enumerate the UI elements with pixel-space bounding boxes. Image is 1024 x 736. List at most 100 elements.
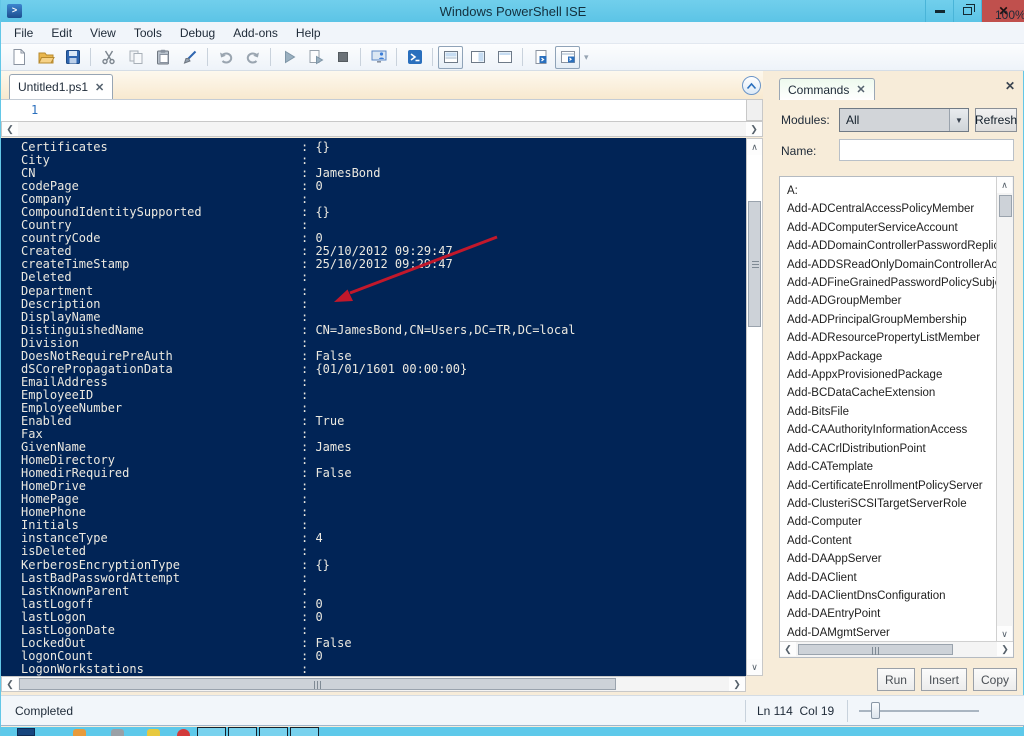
copy-button[interactable] <box>123 46 148 69</box>
command-list-item[interactable]: Add-ADGroupMember <box>787 292 997 310</box>
undo-button[interactable] <box>213 46 238 69</box>
command-list-item[interactable]: A: <box>787 182 997 200</box>
script-pane-top-button[interactable] <box>438 46 463 69</box>
command-list-item[interactable]: Add-DAEntryPoint <box>787 605 997 623</box>
console-vertical-scrollbar-thumb[interactable] <box>748 201 761 327</box>
commands-panel-close-icon[interactable]: ✕ <box>1005 79 1015 93</box>
command-list-item[interactable]: Add-ADComputerServiceAccount <box>787 219 997 237</box>
scroll-right-icon[interactable]: ❯ <box>997 642 1013 656</box>
scroll-left-icon[interactable]: ❮ <box>2 122 18 136</box>
editor-scroll-corner <box>746 99 763 121</box>
command-list-item[interactable]: Add-AppxPackage <box>787 348 997 366</box>
command-list-item[interactable]: Add-ADPrincipalGroupMembership <box>787 311 997 329</box>
scroll-left-icon[interactable]: ❮ <box>2 677 18 691</box>
scroll-left-icon[interactable]: ❮ <box>780 642 796 656</box>
scroll-up-icon[interactable]: ∧ <box>997 177 1012 193</box>
menu-item[interactable]: Help <box>287 24 330 42</box>
taskbar-window-button[interactable] <box>197 727 226 736</box>
taskbar-app-icon[interactable] <box>177 729 190 736</box>
script-pane-top-icon <box>442 48 460 66</box>
scroll-right-icon[interactable]: ❯ <box>729 677 745 691</box>
insert-button[interactable]: Insert <box>921 668 967 691</box>
script-tab-close-icon[interactable]: ✕ <box>95 81 104 94</box>
command-list-item[interactable]: Add-ClusteriSCSITargetServerRole <box>787 495 997 513</box>
scroll-down-icon[interactable]: ∨ <box>747 659 762 675</box>
taskbar-window-button[interactable] <box>228 727 257 736</box>
command-list-item[interactable]: Add-CACrlDistributionPoint <box>787 440 997 458</box>
taskbar-app-icon[interactable] <box>147 729 160 736</box>
command-list-item[interactable]: Add-DAClientDnsConfiguration <box>787 587 997 605</box>
run-selection-button[interactable] <box>303 46 328 69</box>
new-script-button[interactable] <box>6 46 31 69</box>
command-list-item[interactable]: Add-DAMgmtServer <box>787 624 997 642</box>
script-pane-right-button[interactable] <box>465 46 490 69</box>
scroll-down-icon[interactable]: ∨ <box>997 626 1012 642</box>
show-command-window-button[interactable] <box>555 46 580 69</box>
command-list-item[interactable]: Add-ADCentralAccessPolicyMember <box>787 200 997 218</box>
collapse-script-pane-button[interactable] <box>742 76 761 95</box>
toolbar-overflow-icon[interactable]: ▾ <box>581 52 592 63</box>
commands-tab[interactable]: Commands ✕ <box>779 78 875 100</box>
open-script-button[interactable] <box>33 46 58 69</box>
commands-horizontal-scrollbar[interactable]: ❮ ❯ <box>780 641 1013 657</box>
divider <box>745 700 746 722</box>
show-addon-button[interactable] <box>528 46 553 69</box>
console-pane[interactable]: Certificates: {} City: CN: JamesBond cod… <box>1 138 746 676</box>
zoom-slider-thumb[interactable] <box>871 702 880 719</box>
editor-horizontal-scrollbar[interactable]: ❮ ❯ <box>1 121 763 137</box>
command-list-item[interactable]: Add-BitsFile <box>787 403 997 421</box>
chevron-down-icon[interactable]: ▼ <box>949 109 968 131</box>
taskbar-window-button[interactable] <box>259 727 288 736</box>
console-vertical-scrollbar[interactable]: ∧ ∨ <box>746 138 763 676</box>
start-powershell-button[interactable] <box>402 46 427 69</box>
scroll-right-icon[interactable]: ❯ <box>746 122 762 136</box>
name-filter-input[interactable] <box>839 139 1014 161</box>
script-tab[interactable]: Untitled1.ps1 ✕ <box>9 74 113 99</box>
command-list-item[interactable]: Add-AppxProvisionedPackage <box>787 366 997 384</box>
console-horizontal-scrollbar-thumb[interactable] <box>19 678 616 690</box>
refresh-button[interactable]: Refresh <box>975 108 1017 132</box>
menu-item[interactable]: Add-ons <box>224 24 287 42</box>
command-list-item[interactable]: Add-Computer <box>787 513 997 531</box>
cut-button[interactable] <box>96 46 121 69</box>
run-script-button[interactable] <box>276 46 301 69</box>
script-editor[interactable]: 1 <box>1 99 763 121</box>
command-list-item[interactable]: Add-BCDataCacheExtension <box>787 384 997 402</box>
modules-dropdown[interactable]: All ▼ <box>839 108 969 132</box>
command-list-item[interactable]: Add-CAAuthorityInformationAccess <box>787 421 997 439</box>
save-button[interactable] <box>60 46 85 69</box>
run-button[interactable]: Run <box>877 668 915 691</box>
menu-item[interactable]: View <box>81 24 125 42</box>
start-button-icon[interactable] <box>17 728 35 736</box>
command-list-item[interactable]: Add-CertificateEnrollmentPolicyServer <box>787 477 997 495</box>
menu-item[interactable]: File <box>5 24 42 42</box>
redo-button[interactable] <box>240 46 265 69</box>
command-list-item[interactable]: Add-ADDSReadOnlyDomainControllerAcco <box>787 256 997 274</box>
menu-item[interactable]: Edit <box>42 24 81 42</box>
commands-vertical-scrollbar-thumb[interactable] <box>999 195 1012 217</box>
menu-item[interactable]: Tools <box>125 24 171 42</box>
scroll-up-icon[interactable]: ∧ <box>747 139 762 155</box>
script-pane-maximized-button[interactable] <box>492 46 517 69</box>
command-list-item[interactable]: Add-DAAppServer <box>787 550 997 568</box>
command-list-item[interactable]: Add-ADResourcePropertyListMember <box>787 329 997 347</box>
commands-horizontal-scrollbar-thumb[interactable] <box>798 644 953 655</box>
stop-button[interactable] <box>330 46 355 69</box>
commands-tab-close-icon[interactable]: ✕ <box>856 83 865 96</box>
command-list-item[interactable]: Add-DAClient <box>787 569 997 587</box>
paste-button[interactable] <box>150 46 175 69</box>
console-horizontal-scrollbar[interactable]: ❮ ❯ <box>1 676 746 692</box>
command-list-item[interactable]: Add-ADFineGrainedPasswordPolicySubject <box>787 274 997 292</box>
taskbar-strip[interactable] <box>1 727 1024 736</box>
taskbar-app-icon[interactable] <box>111 729 124 736</box>
taskbar-window-button[interactable] <box>290 727 319 736</box>
menu-item[interactable]: Debug <box>171 24 224 42</box>
clear-console-button[interactable] <box>177 46 202 69</box>
commands-vertical-scrollbar[interactable]: ∧ ∨ <box>996 177 1013 642</box>
command-list-item[interactable]: Add-Content <box>787 532 997 550</box>
taskbar-app-icon[interactable] <box>73 729 86 736</box>
new-remote-powershell-tab-button[interactable] <box>366 46 391 69</box>
command-list-item[interactable]: Add-ADDomainControllerPasswordReplicat <box>787 237 997 255</box>
copy-button[interactable]: Copy <box>973 668 1017 691</box>
command-list-item[interactable]: Add-CATemplate <box>787 458 997 476</box>
